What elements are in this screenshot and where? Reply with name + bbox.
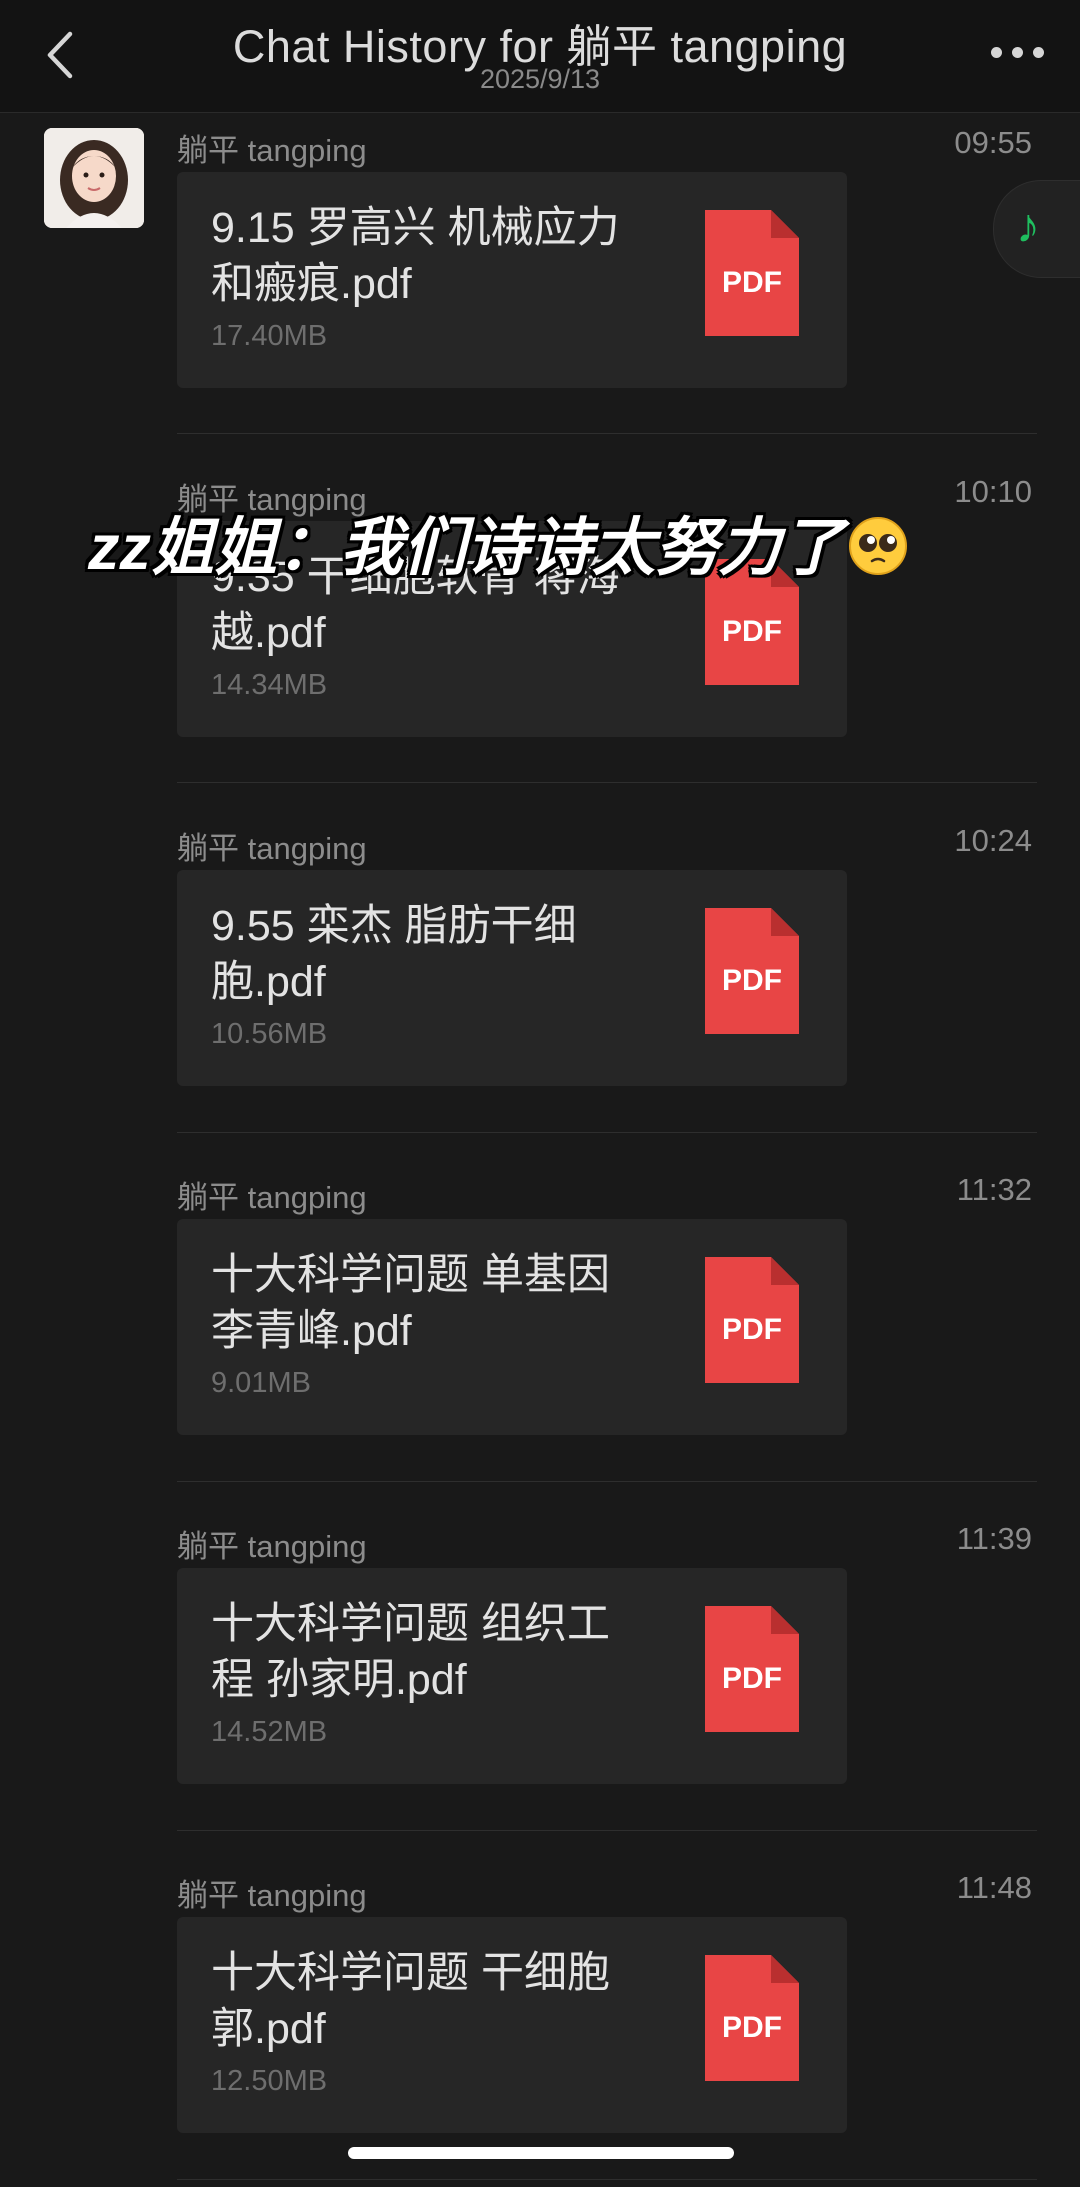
divider (177, 782, 1037, 783)
pdf-label: PDF (722, 1662, 782, 1695)
file-name: 十大科学问题 单基因 李青峰.pdf (211, 1251, 610, 1355)
nav-header: Chat History for 躺平 tangping 2025/9/13 (0, 0, 1080, 113)
overlay-caption: zz姐姐：我们诗诗太努力了 (88, 497, 908, 588)
divider (177, 1481, 1037, 1482)
sender-name: 躺平 tangping (177, 1180, 367, 1215)
divider (177, 433, 1037, 434)
avatar-portrait-icon (44, 128, 144, 228)
file-card[interactable]: 十大科学问题 干细胞郭.pdf 12.50MB PDF (177, 1917, 847, 2133)
file-card[interactable]: 十大科学问题 组织工程 孙家明.pdf 14.52MB PDF (177, 1568, 847, 1784)
file-name: 十大科学问题 组织工程 孙家明.pdf (211, 1600, 610, 1704)
file-size: 17.40MB (211, 320, 328, 352)
message-time: 09:55 (954, 125, 1032, 160)
more-options-icon[interactable] (984, 42, 1044, 62)
file-size: 14.52MB (211, 1716, 328, 1748)
home-indicator[interactable] (348, 2147, 734, 2159)
file-size: 14.34MB (211, 669, 328, 701)
pdf-label: PDF (722, 964, 782, 997)
file-size: 9.01MB (211, 1367, 311, 1399)
pdf-file-icon: PDF (705, 908, 799, 1034)
pdf-file-icon: PDF (705, 1955, 799, 2081)
pdf-label: PDF (722, 2011, 782, 2044)
message-time: 11:48 (956, 1870, 1032, 1905)
pdf-label: PDF (722, 1313, 782, 1346)
pdf-file-icon: PDF (705, 1606, 799, 1732)
sender-name: 躺平 tangping (177, 1878, 367, 1913)
sender-name: 躺平 tangping (177, 1529, 367, 1564)
sender-name: 躺平 tangping (177, 133, 367, 168)
divider (177, 1132, 1037, 1133)
message-time: 10:10 (954, 474, 1032, 509)
file-size: 10.56MB (211, 1018, 328, 1050)
avatar[interactable] (44, 128, 144, 228)
pdf-label: PDF (722, 615, 782, 648)
message-time: 11:32 (956, 1172, 1032, 1207)
file-card[interactable]: 十大科学问题 单基因 李青峰.pdf 9.01MB PDF (177, 1219, 847, 1435)
message-time: 11:39 (956, 1521, 1032, 1556)
sender-name: 躺平 tangping (177, 831, 367, 866)
divider (177, 2179, 1037, 2180)
file-name: 十大科学问题 干细胞郭.pdf (211, 1949, 610, 2053)
file-card[interactable]: 9.15 罗高兴 机械应力和瘢痕.pdf 17.40MB PDF (177, 172, 847, 388)
pdf-label: PDF (722, 266, 782, 299)
file-name: 9.15 罗高兴 机械应力和瘢痕.pdf (211, 204, 620, 308)
file-size: 12.50MB (211, 2065, 328, 2097)
music-note-icon: ♪ (1016, 200, 1040, 253)
pdf-file-icon: PDF (705, 1257, 799, 1383)
file-card[interactable]: 9.55 栾杰 脂肪干细胞.pdf 10.56MB PDF (177, 870, 847, 1086)
file-name: 9.55 栾杰 脂肪干细胞.pdf (211, 902, 577, 1006)
chat-date: 2025/9/13 (479, 64, 601, 94)
pdf-file-icon: PDF (705, 210, 799, 336)
divider (177, 1830, 1037, 1831)
floating-music-button[interactable]: ♪ (993, 180, 1080, 278)
overlay-caption-text: zz姐姐：我们诗诗太努力了 (88, 513, 844, 583)
message-time: 10:24 (954, 823, 1032, 858)
pleading-face-emoji-icon (849, 517, 907, 576)
